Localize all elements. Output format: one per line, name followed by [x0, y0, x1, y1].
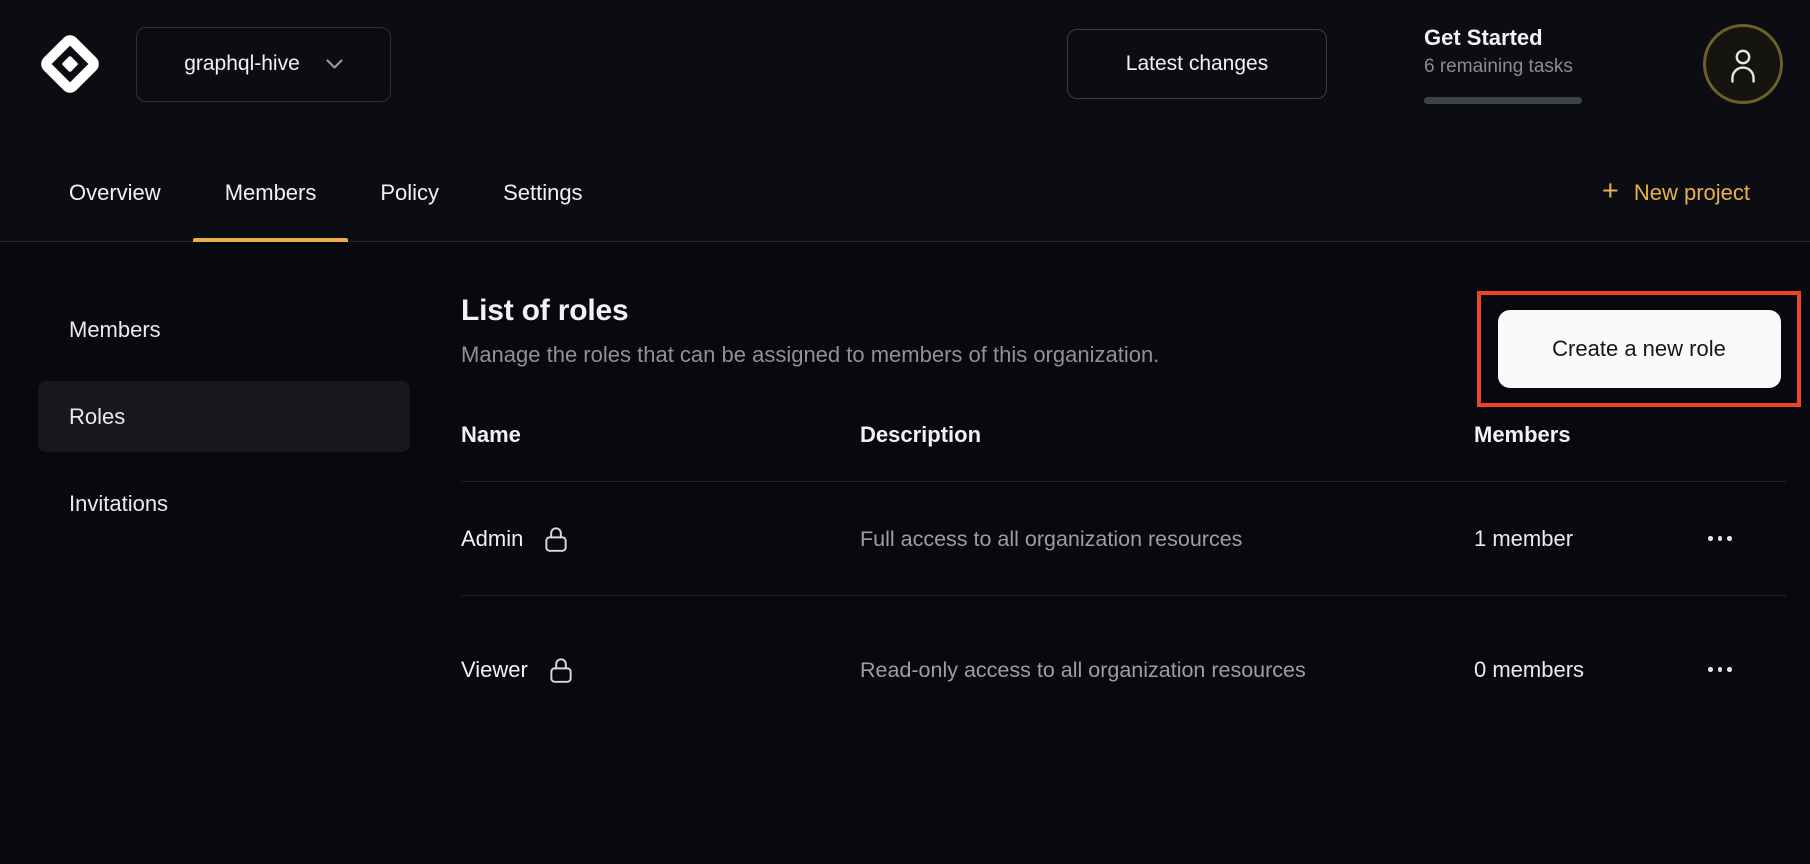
new-project-label: New project: [1634, 180, 1750, 206]
role-members-count: 0 members: [1474, 657, 1706, 683]
sidebar-item-members[interactable]: Members: [38, 294, 410, 365]
get-started-progress-bar: [1424, 97, 1582, 104]
role-name: Viewer: [461, 657, 528, 683]
lock-icon: [548, 655, 574, 685]
tab-settings[interactable]: Settings: [471, 128, 615, 241]
lock-icon: [543, 524, 569, 554]
table-row-admin: Admin Full access to all organization re…: [461, 481, 1786, 595]
get-started-title: Get Started: [1424, 25, 1606, 51]
avatar-button[interactable]: [1703, 24, 1783, 104]
sidebar-item-invitations-label: Invitations: [69, 491, 168, 517]
role-description: Full access to all organization resource…: [860, 519, 1325, 559]
main-area: Members Roles Invitations List of roles …: [0, 242, 1810, 864]
org-selector-label: graphql-hive: [184, 52, 300, 76]
role-members-count: 1 member: [1474, 526, 1706, 552]
role-description: Read-only access to all organization res…: [860, 650, 1325, 690]
tab-overview-label: Overview: [69, 180, 161, 206]
roles-table: Name Description Members Admin Full acce…: [461, 412, 1786, 743]
tab-overview[interactable]: Overview: [37, 128, 193, 241]
sidebar-item-roles[interactable]: Roles: [38, 381, 410, 452]
tab-policy[interactable]: Policy: [348, 128, 471, 241]
top-bar: graphql-hive Latest changes Get Started …: [0, 0, 1810, 128]
table-row-viewer: Viewer Read-only access to all organizat…: [461, 595, 1786, 743]
sidebar-item-members-label: Members: [69, 317, 161, 343]
column-header-name: Name: [461, 422, 860, 448]
page: graphql-hive Latest changes Get Started …: [0, 0, 1810, 864]
chevron-down-icon: [326, 59, 343, 69]
column-header-description: Description: [860, 422, 1474, 448]
get-started-subtitle: 6 remaining tasks: [1424, 56, 1606, 78]
sidebar-item-roles-label: Roles: [69, 404, 125, 430]
org-selector-button[interactable]: graphql-hive: [136, 27, 391, 102]
row-actions-menu-button[interactable]: [1706, 530, 1786, 547]
tab-settings-label: Settings: [503, 180, 583, 206]
org-tab-bar: Overview Members Policy Settings + New p…: [0, 128, 1810, 242]
latest-changes-button[interactable]: Latest changes: [1067, 29, 1327, 99]
hive-logo-icon: [37, 31, 103, 97]
get-started-widget[interactable]: Get Started 6 remaining tasks: [1424, 25, 1606, 104]
sidebar-item-invitations[interactable]: Invitations: [38, 468, 410, 539]
latest-changes-label: Latest changes: [1126, 52, 1268, 76]
table-header-row: Name Description Members: [461, 412, 1786, 481]
annotation-highlight-box: Create a new role: [1477, 291, 1801, 407]
column-header-members: Members: [1474, 422, 1706, 448]
members-sidebar: Members Roles Invitations: [0, 242, 410, 864]
user-icon: [1726, 45, 1760, 83]
plus-icon: +: [1602, 177, 1619, 206]
row-actions-menu-button[interactable]: [1706, 661, 1786, 678]
create-new-role-button[interactable]: Create a new role: [1498, 310, 1781, 388]
role-name: Admin: [461, 526, 523, 552]
tab-policy-label: Policy: [380, 180, 439, 206]
tab-members[interactable]: Members: [193, 128, 349, 241]
new-project-button[interactable]: + New project: [1602, 128, 1750, 241]
tab-members-label: Members: [225, 180, 317, 206]
